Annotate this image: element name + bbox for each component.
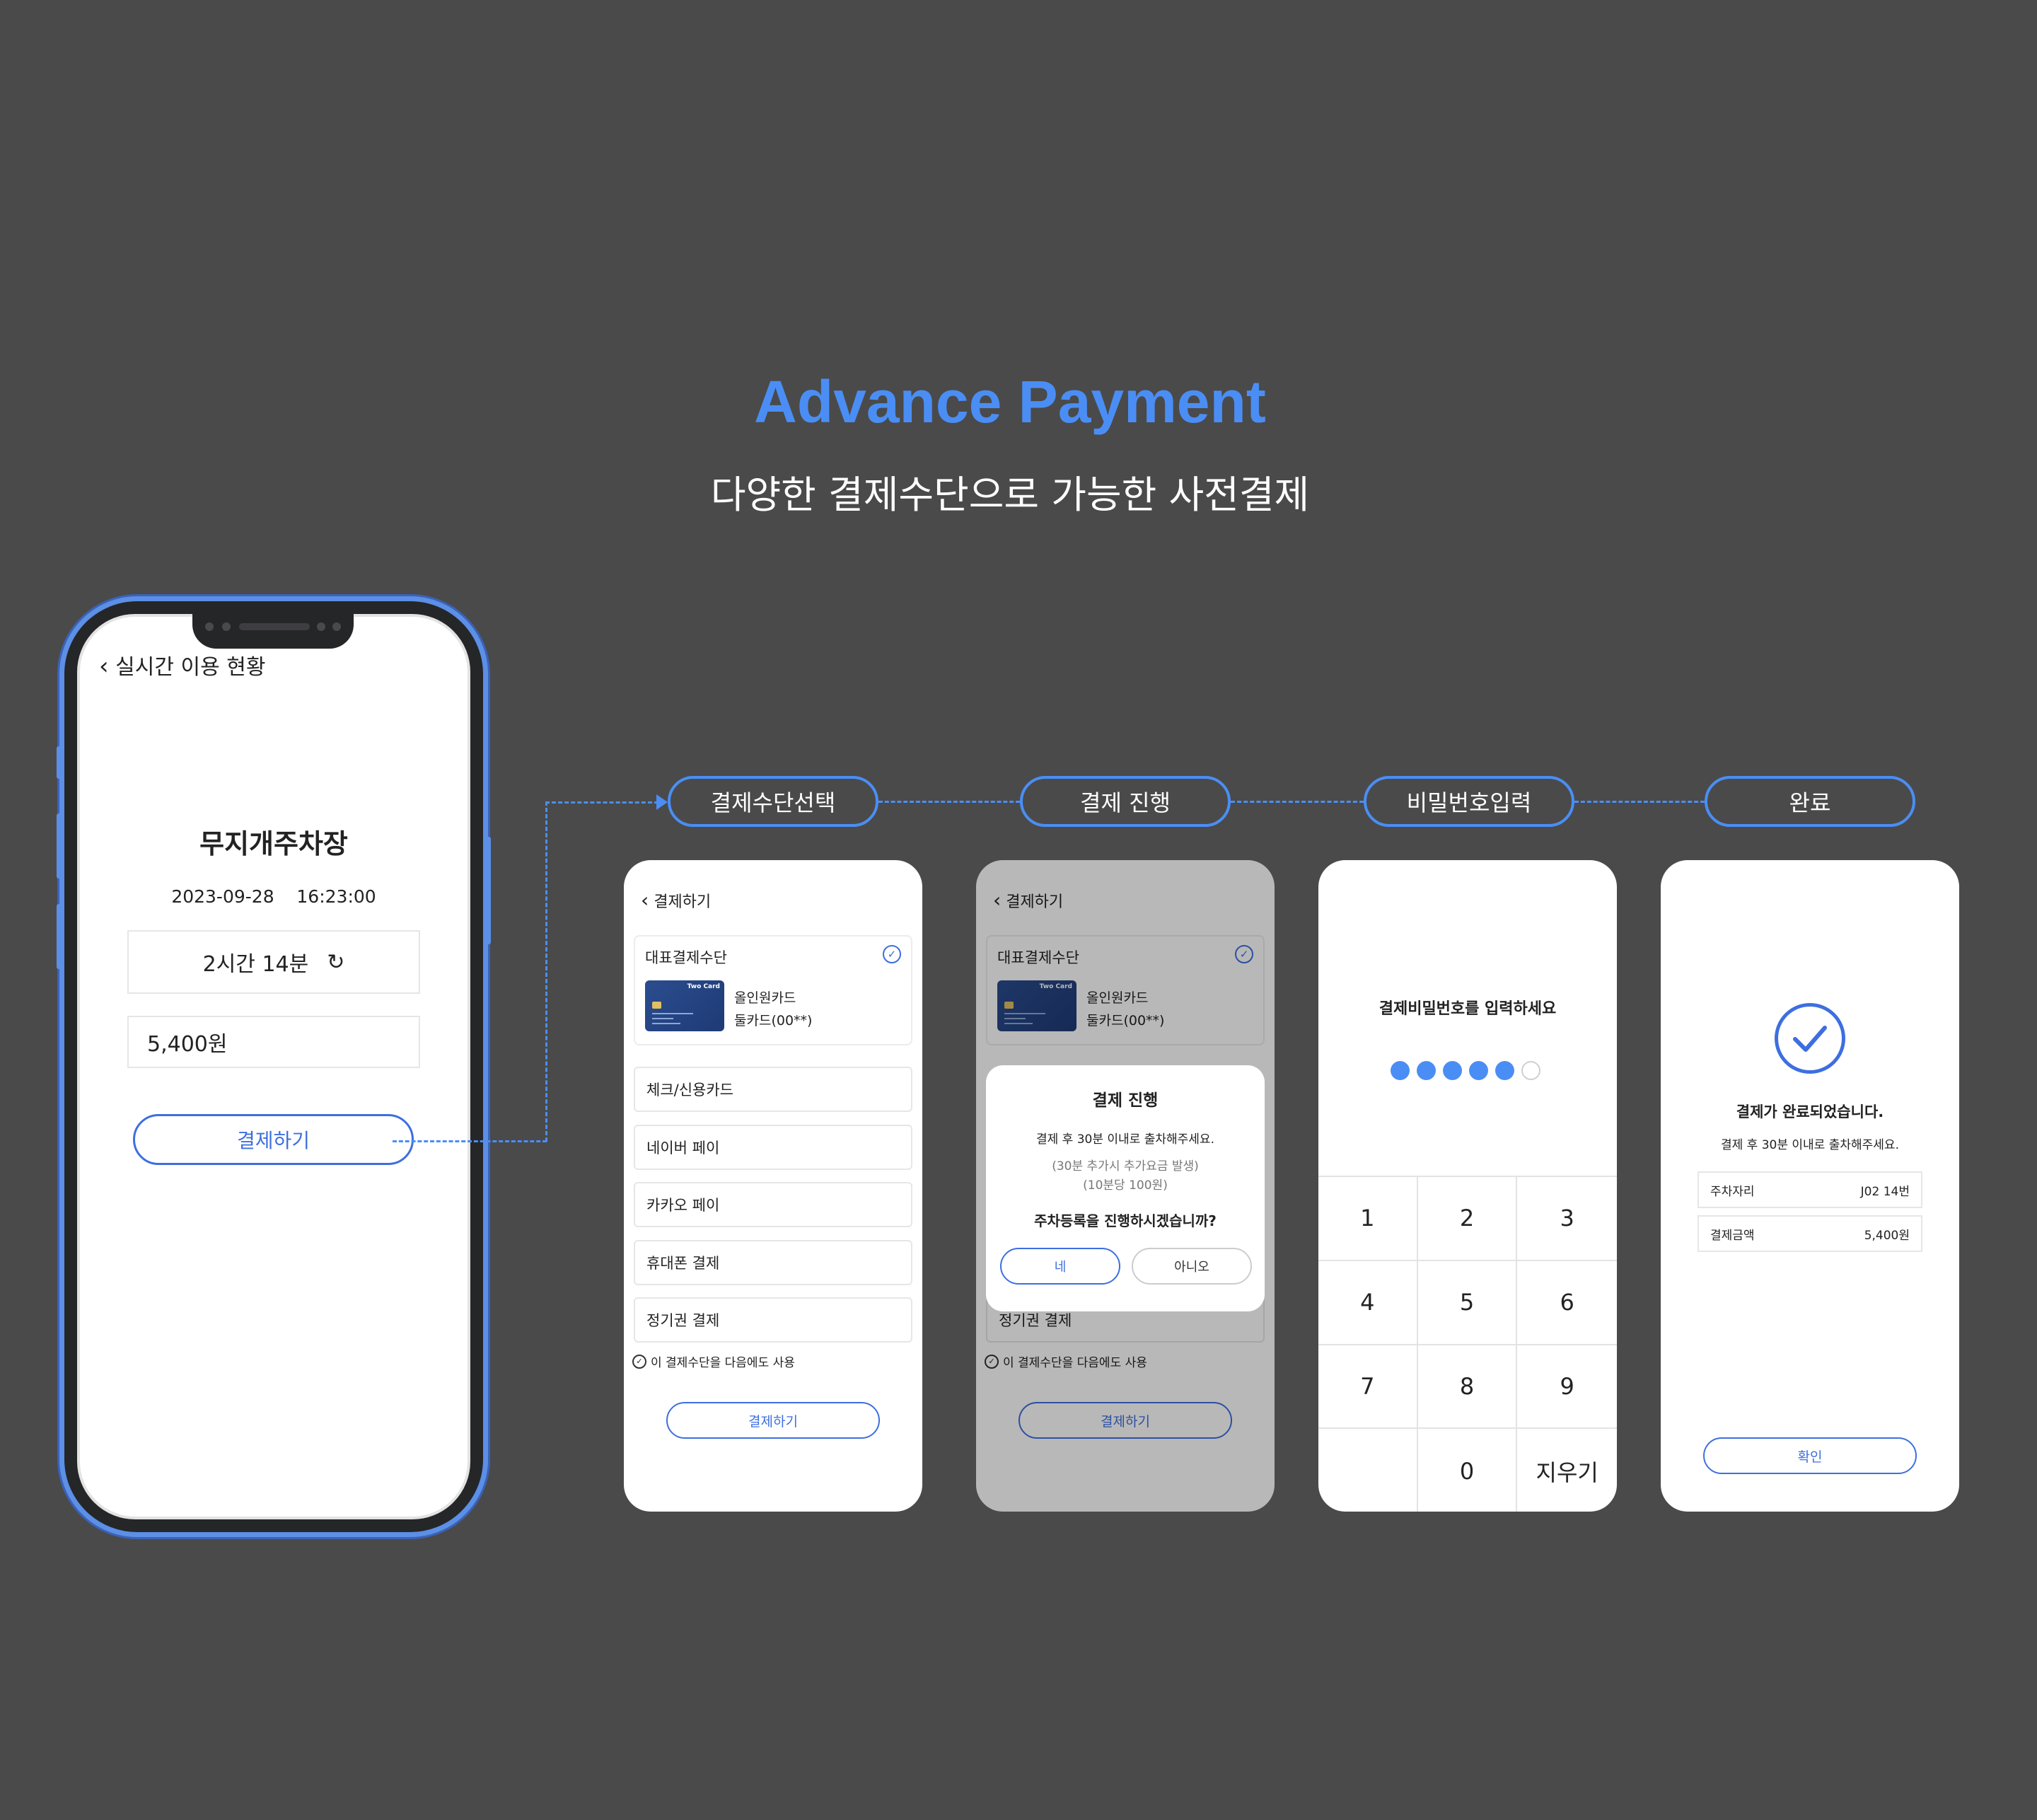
screen-processing: ‹ 결제하기 대표결제수단 ✓ Two Card 올인원카드 둘카드(00**)…: [976, 860, 1275, 1512]
option-card[interactable]: 체크/신용카드: [634, 1067, 912, 1112]
modal-title: 결제 진행: [1092, 1091, 1159, 1110]
refresh-icon[interactable]: ↻: [327, 950, 344, 975]
arrow-right-icon: [656, 794, 668, 810]
key-3[interactable]: 3: [1517, 1177, 1617, 1261]
flow-connector: [1231, 801, 1364, 803]
back-button[interactable]: ‹ 결제하기: [641, 888, 711, 912]
flow-connector: [393, 1140, 547, 1142]
phone-notch: [192, 608, 354, 649]
reuse-checkbox[interactable]: ✓ 이 결제수단을 다음에도 사용: [632, 1352, 795, 1370]
screen-select-method: ‹ 결제하기 대표결제수단 ✓ Two Card 올인원카드 둘카드(00**)…: [624, 860, 922, 1512]
step-select-method: 결제수단선택: [668, 776, 878, 827]
step-complete: 완료: [1705, 776, 1915, 827]
flow-connector: [545, 801, 658, 804]
ok-button[interactable]: 확인: [1703, 1437, 1917, 1474]
page-subtitle: 다양한 결제수단으로 가능한 사전결제: [710, 473, 1310, 517]
usage-datetime: 2023-09-28 16:23:00: [171, 886, 376, 907]
phone-side-button: [57, 746, 62, 779]
parking-lot-name: 무지개주차장: [199, 828, 348, 859]
spot-row: 주차자리 J02 14번: [1698, 1171, 1922, 1208]
key-2[interactable]: 2: [1417, 1177, 1518, 1261]
pin-dot-filled: [1469, 1061, 1488, 1080]
pay-button[interactable]: 결제하기: [133, 1114, 414, 1165]
card-number: 둘카드(00**): [734, 1013, 813, 1028]
complete-subtitle: 결제 후 30분 이내로 출차해주세요.: [1721, 1138, 1899, 1152]
key-8[interactable]: 8: [1417, 1345, 1518, 1430]
check-circle-icon: [1775, 1003, 1845, 1074]
check-circle-icon: ✓: [632, 1354, 646, 1369]
credit-card-image: Two Card: [645, 980, 724, 1031]
chevron-left-icon: ‹: [99, 652, 109, 680]
card-name: 올인원카드: [734, 990, 796, 1006]
screen-complete: 결제가 완료되었습니다. 결제 후 30분 이내로 출차해주세요. 주차자리 J0…: [1661, 860, 1959, 1512]
step-password: 비밀번호입력: [1364, 776, 1574, 827]
key-9[interactable]: 9: [1517, 1345, 1617, 1430]
complete-title: 결제가 완료되었습니다.: [1736, 1103, 1884, 1120]
key-1[interactable]: 1: [1318, 1177, 1418, 1261]
pin-dot-filled: [1495, 1061, 1514, 1080]
key-6[interactable]: 6: [1517, 1261, 1617, 1345]
no-button[interactable]: 아니오: [1132, 1248, 1252, 1285]
option-pass[interactable]: 정기권 결제: [634, 1297, 912, 1343]
duration-text: 2시간 14분: [202, 952, 309, 977]
rep-label: 대표결제수단: [645, 949, 727, 966]
confirm-modal: 결제 진행 결제 후 30분 이내로 출차해주세요. (30분 추가시 추가요금…: [986, 1065, 1265, 1311]
chevron-left-icon: ‹: [641, 888, 649, 912]
screen-password: 결제비밀번호를 입력하세요 1 2 3 4 5 6 7 8 9 0 지우기: [1318, 860, 1617, 1512]
pin-dot-filled: [1443, 1061, 1462, 1080]
option-kakao-pay[interactable]: 카카오 페이: [634, 1182, 912, 1227]
pin-dot-filled: [1417, 1061, 1436, 1080]
option-phone[interactable]: 휴대폰 결제: [634, 1240, 912, 1285]
modal-note: (30분 추가시 추가요금 발생): [1052, 1159, 1199, 1173]
flow-connector: [878, 801, 1020, 803]
representative-method[interactable]: 대표결제수단 ✓ Two Card 올인원카드 둘카드(00**): [634, 935, 912, 1045]
password-prompt: 결제비밀번호를 입력하세요: [1379, 1000, 1557, 1018]
keypad: 1 2 3 4 5 6 7 8 9 0 지우기: [1318, 1176, 1617, 1512]
pin-dot-filled: [1391, 1061, 1410, 1080]
step-processing: 결제 진행: [1020, 776, 1231, 827]
modal-question: 주차등록을 진행하시겠습니까?: [1034, 1212, 1217, 1229]
yes-button[interactable]: 네: [1000, 1248, 1120, 1285]
modal-message: 결제 후 30분 이내로 출차해주세요.: [1036, 1132, 1214, 1147]
flow-connector: [1574, 801, 1705, 803]
key-0[interactable]: 0: [1418, 1429, 1518, 1512]
duration-box: 2시간 14분 ↻: [127, 930, 420, 994]
key-7[interactable]: 7: [1318, 1345, 1418, 1430]
pay-button[interactable]: 결제하기: [666, 1402, 880, 1439]
pin-dot-empty: [1521, 1061, 1540, 1080]
key-4[interactable]: 4: [1318, 1260, 1418, 1345]
modal-note: (10분당 100원): [1083, 1178, 1168, 1193]
fee-box: 5,400원: [127, 1016, 420, 1068]
flow-connector: [545, 801, 547, 1142]
key-blank: [1318, 1429, 1418, 1512]
phone-side-button: [57, 904, 62, 969]
check-icon: ✓: [883, 945, 901, 963]
fee-text: 5,400원: [147, 1032, 228, 1057]
back-label: 실시간 이용 현황: [115, 655, 266, 680]
amount-row: 결제금액 5,400원: [1698, 1215, 1922, 1252]
back-button[interactable]: ‹ 실시간 이용 현황: [99, 649, 265, 680]
page-title: Advance Payment: [754, 369, 1266, 435]
password-dots: [1391, 1061, 1540, 1080]
key-delete[interactable]: 지우기: [1517, 1429, 1617, 1512]
option-naver-pay[interactable]: 네이버 페이: [634, 1125, 912, 1170]
key-5[interactable]: 5: [1417, 1260, 1518, 1345]
